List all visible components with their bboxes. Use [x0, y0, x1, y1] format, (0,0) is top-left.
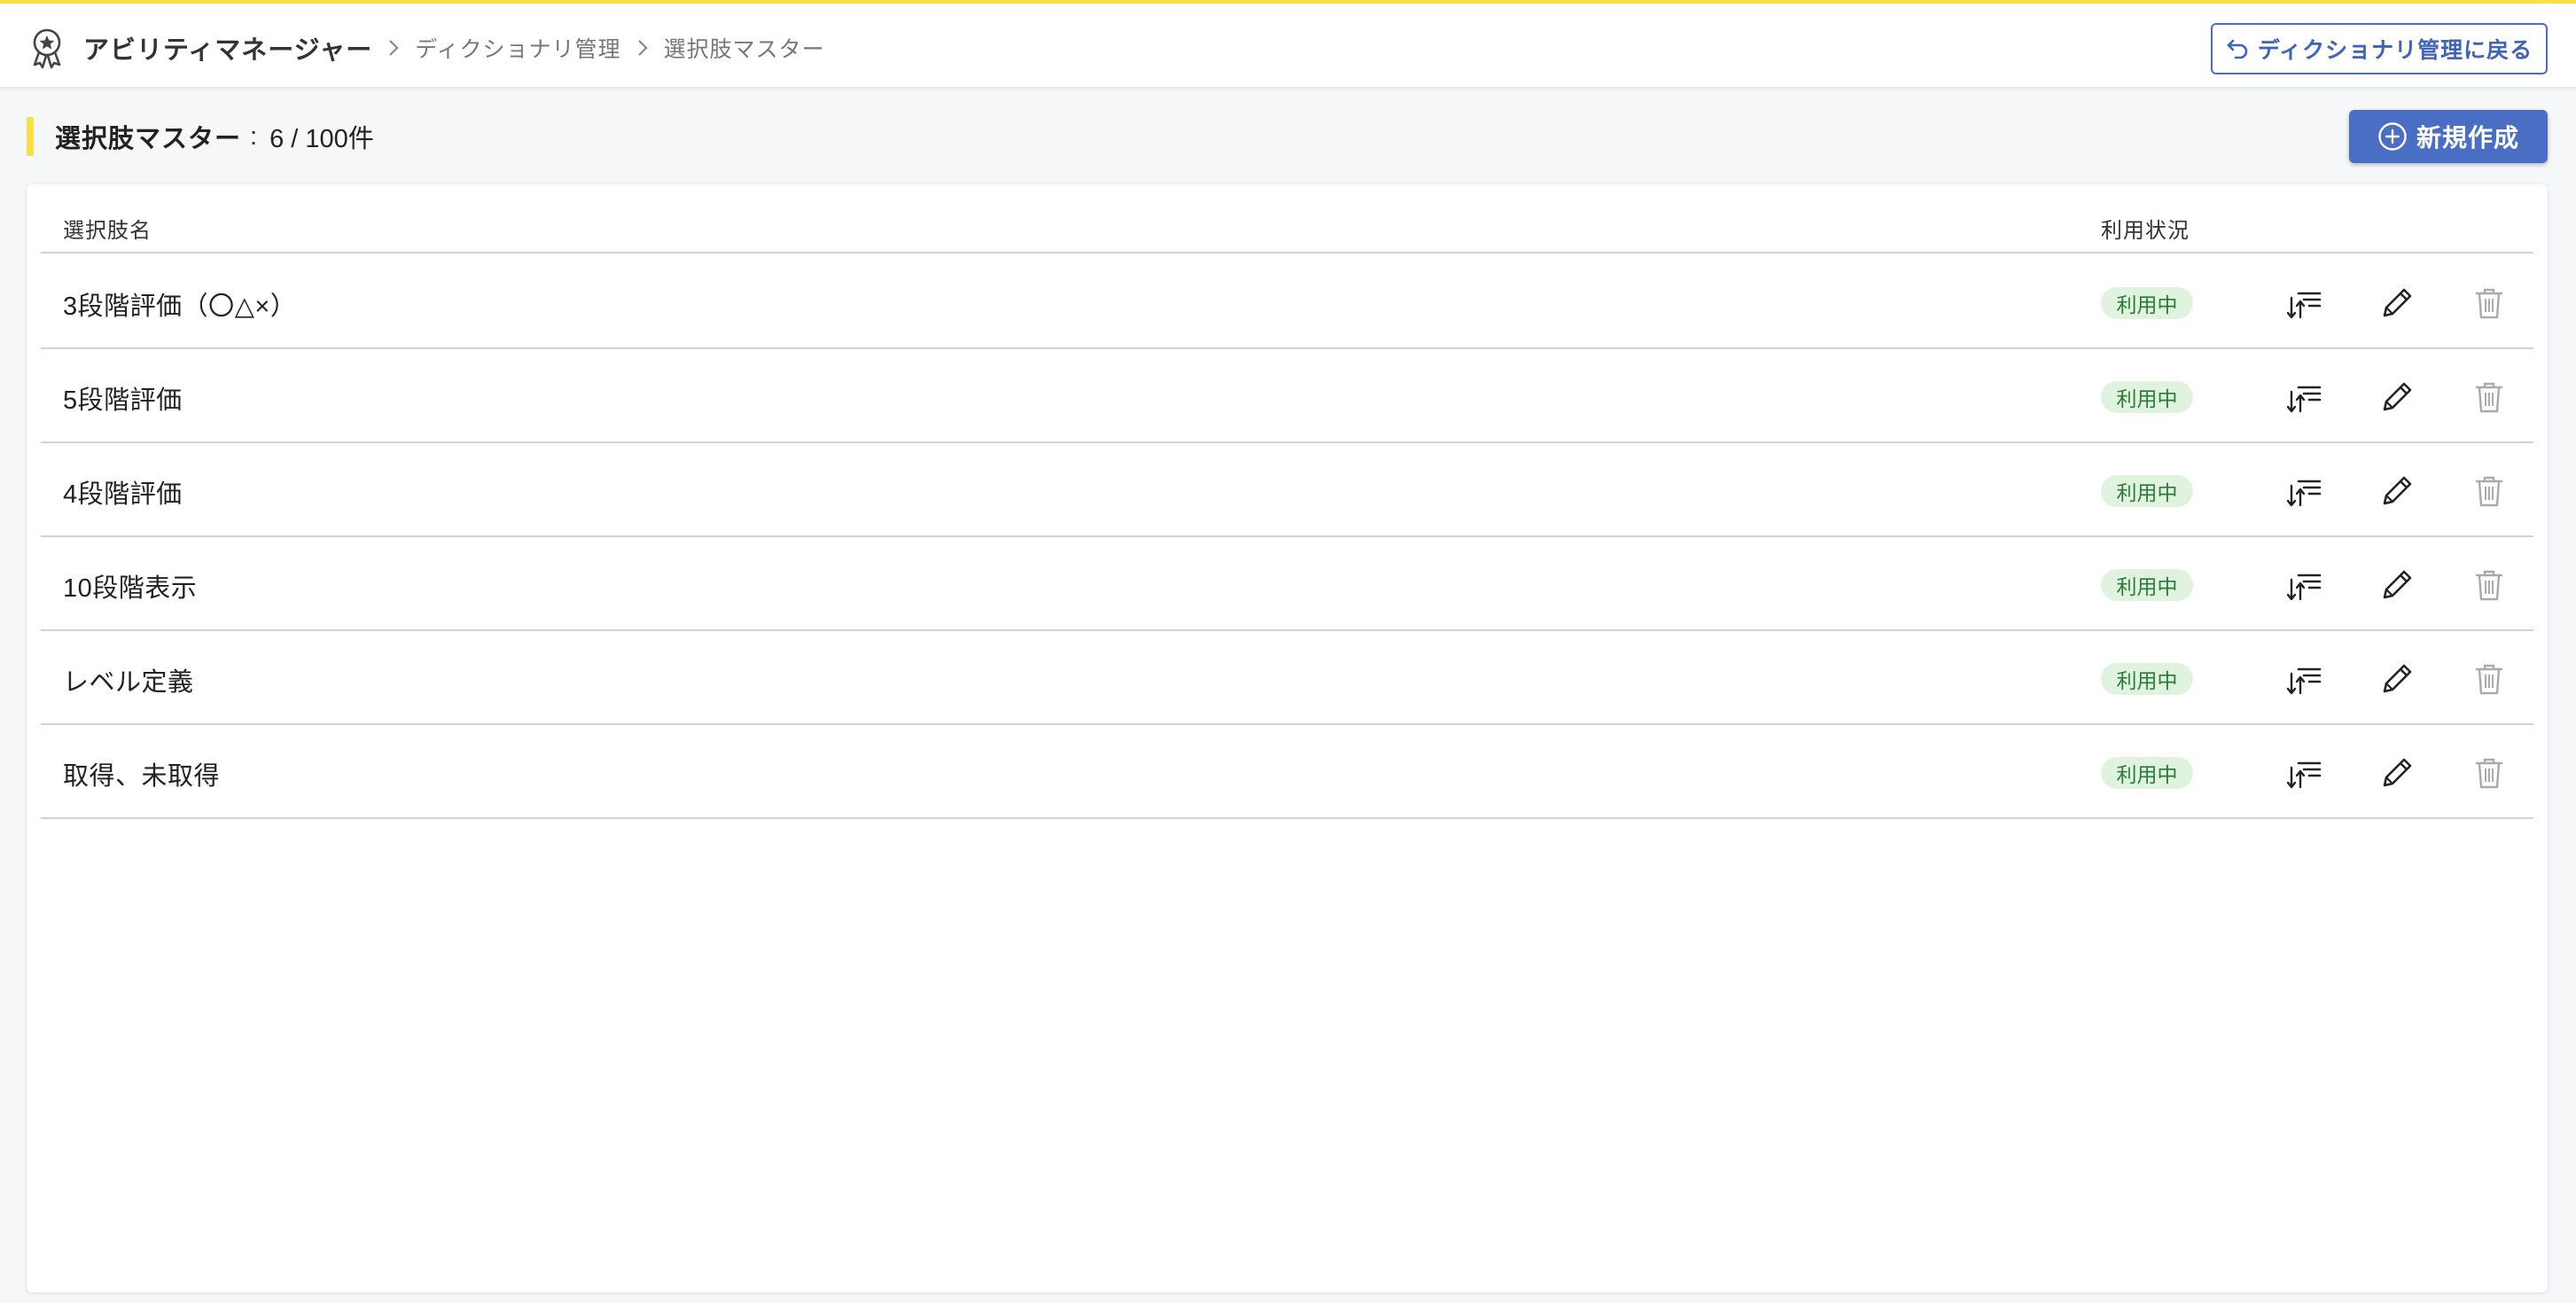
sort-icon[interactable] — [2283, 376, 2326, 418]
item-count: 6 / 100件 — [269, 125, 374, 153]
trash-icon[interactable] — [2468, 376, 2510, 418]
pencil-icon[interactable] — [2376, 282, 2418, 324]
trash-icon[interactable] — [2468, 752, 2510, 794]
status-badge: 利用中 — [2101, 663, 2193, 695]
choice-name: 取得、未取得 — [63, 762, 221, 791]
sort-icon[interactable] — [2283, 564, 2326, 606]
choice-table: 選択肢名 利用状況 3段階評価（〇△×） 利用中 5段階評価 利用中 4段階評価 利用中 1… — [27, 184, 2548, 1292]
table-row[interactable]: 3段階評価（〇△×） 利用中 — [41, 255, 2533, 349]
status-badge: 利用中 — [2101, 287, 2193, 319]
breadcrumb-dictionary[interactable]: ディクショナリ管理 — [415, 32, 621, 64]
plus-circle-icon — [2378, 122, 2407, 151]
title-separator: : — [250, 121, 258, 151]
pencil-icon[interactable] — [2376, 564, 2418, 606]
column-header-name[interactable]: 選択肢名 — [63, 213, 152, 244]
status-badge: 利用中 — [2101, 569, 2193, 601]
back-to-dictionary-button[interactable]: ディクショナリ管理に戻る — [2211, 23, 2548, 74]
pencil-icon[interactable] — [2376, 470, 2418, 512]
create-new-label: 新規作成 — [2416, 124, 2519, 152]
choice-name: 4段階評価 — [63, 480, 183, 509]
create-new-button[interactable]: 新規作成 — [2349, 110, 2548, 163]
pencil-icon[interactable] — [2376, 658, 2418, 700]
page-title: 選択肢マスター : 6 / 100件 — [55, 119, 374, 154]
sort-icon[interactable] — [2283, 282, 2326, 324]
choice-name: 3段階評価（〇△×） — [63, 293, 297, 321]
choice-name: 10段階表示 — [63, 574, 198, 603]
title-accent-bar — [27, 117, 34, 156]
table-row[interactable]: 10段階表示 利用中 — [41, 537, 2533, 631]
chevron-right-icon — [372, 35, 415, 61]
table-header: 選択肢名 利用状況 — [41, 199, 2533, 254]
undo-arrow-icon — [2227, 39, 2248, 59]
pencil-icon[interactable] — [2376, 752, 2418, 794]
table-row[interactable]: 4段階評価 利用中 — [41, 443, 2533, 537]
table-row[interactable]: 取得、未取得 利用中 — [41, 725, 2533, 819]
choice-name: 5段階評価 — [63, 386, 183, 415]
breadcrumb: アビリティマネージャー ディクショナリ管理 選択肢マスター — [83, 28, 825, 67]
table-row[interactable]: 5段階評価 利用中 — [41, 349, 2533, 443]
app-name[interactable]: アビリティマネージャー — [83, 29, 372, 66]
trash-icon[interactable] — [2468, 470, 2510, 512]
sort-icon[interactable] — [2283, 658, 2326, 700]
column-header-status[interactable]: 利用状況 — [2101, 213, 2190, 244]
breadcrumb-current: 選択肢マスター — [663, 37, 825, 62]
status-badge: 利用中 — [2101, 757, 2193, 789]
trash-icon[interactable] — [2468, 658, 2510, 700]
pencil-icon[interactable] — [2376, 376, 2418, 418]
award-badge-icon — [33, 28, 61, 69]
status-badge: 利用中 — [2101, 475, 2193, 507]
top-bar: アビリティマネージャー ディクショナリ管理 選択肢マスター ディクショナリ管理に… — [0, 0, 2576, 89]
sort-icon[interactable] — [2283, 470, 2326, 512]
status-badge: 利用中 — [2101, 381, 2193, 413]
chevron-right-icon — [621, 35, 664, 61]
page-title-text: 選択肢マスター — [55, 125, 242, 153]
back-button-label: ディクショナリ管理に戻る — [2257, 38, 2533, 63]
sort-icon[interactable] — [2283, 752, 2326, 794]
trash-icon[interactable] — [2468, 564, 2510, 606]
choice-name: レベル定義 — [63, 668, 194, 697]
trash-icon[interactable] — [2468, 282, 2510, 324]
table-row[interactable]: レベル定義 利用中 — [41, 631, 2533, 725]
